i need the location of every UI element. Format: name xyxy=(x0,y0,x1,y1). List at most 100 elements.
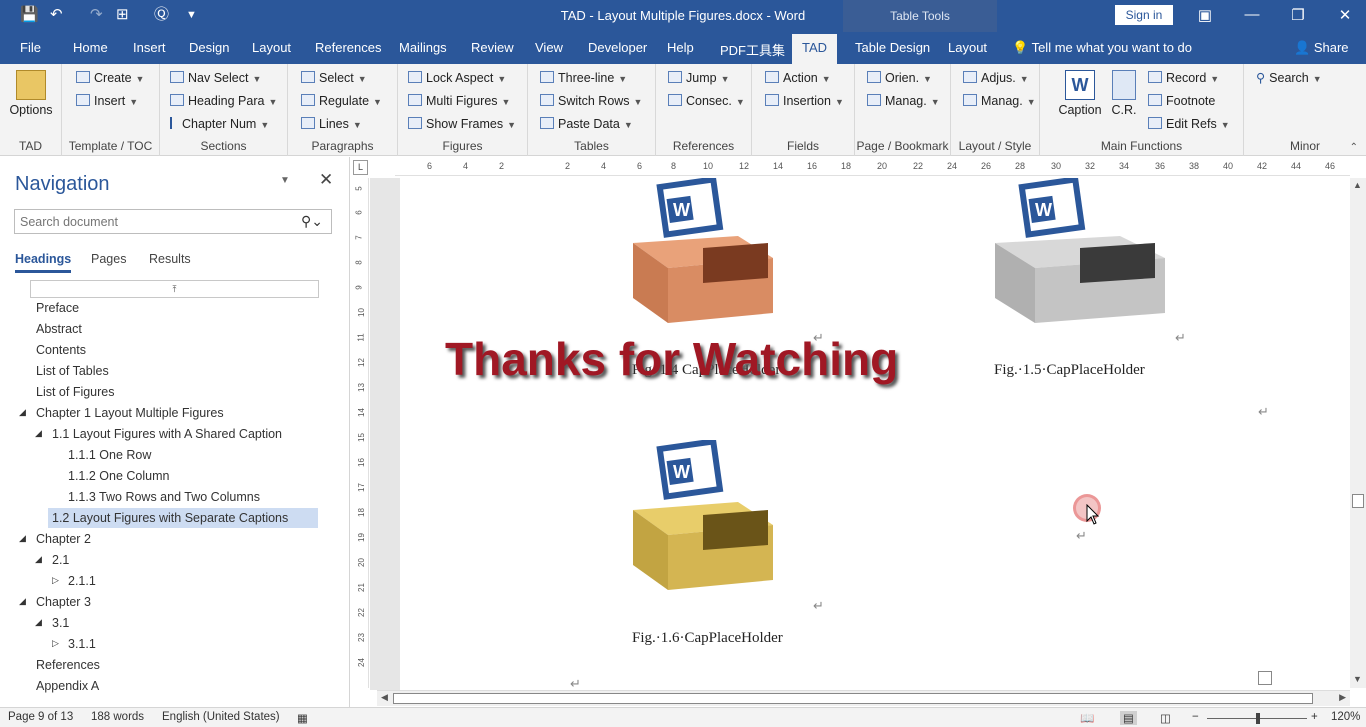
multi-figures-button[interactable]: Multi Figures ▼ xyxy=(408,91,510,111)
expand-triangle-icon[interactable]: ◢ xyxy=(35,428,42,439)
vertical-scrollbar[interactable]: ▲ ▼ xyxy=(1350,178,1366,688)
footnote-button[interactable]: Footnote xyxy=(1148,91,1215,111)
nav-tab-pages[interactable]: Pages xyxy=(91,252,126,266)
jump-button[interactable]: Jump ▼ xyxy=(668,68,730,88)
zoom-level[interactable]: 120% xyxy=(1331,711,1360,723)
word-count[interactable]: 188 words xyxy=(91,711,144,723)
heading-item[interactable]: 3.1 xyxy=(52,613,69,633)
collapse-headings-bar[interactable]: ⤒ xyxy=(30,280,319,298)
minimize-icon[interactable]: — xyxy=(1237,6,1267,23)
heading-item[interactable]: List of Tables xyxy=(36,361,109,381)
search-button[interactable]: ⚲ Search ▼ xyxy=(1256,68,1322,88)
horizontal-ruler[interactable]: 6 4 2 2 4 6 8 10 12 14 16 18 20 22 24 26… xyxy=(395,158,1350,176)
tab-design[interactable]: Design xyxy=(189,40,229,55)
macro-record-icon[interactable]: ▦ xyxy=(297,711,308,725)
insert-button[interactable]: Insert ▼ xyxy=(76,91,138,111)
heading-item[interactable]: 1.1.3 Two Rows and Two Columns xyxy=(68,487,260,507)
lines-button[interactable]: Lines ▼ xyxy=(301,114,362,134)
action-button[interactable]: Action ▼ xyxy=(765,68,831,88)
adjus-button[interactable]: Adjus. ▼ xyxy=(963,68,1029,88)
heading-item[interactable]: 2.1.1 xyxy=(68,571,96,591)
chapter-num-button[interactable]: Chapter Num ▼ xyxy=(170,114,269,134)
edit-refs-button[interactable]: Edit Refs ▼ xyxy=(1148,114,1230,134)
heading-item[interactable]: Appendix A xyxy=(36,676,99,696)
zoom-in-icon[interactable]: + xyxy=(1311,711,1318,723)
web-layout-icon[interactable]: ◫ xyxy=(1160,711,1171,725)
heading-item[interactable]: 1.1.1 One Row xyxy=(68,445,151,465)
nav-close-icon[interactable]: ✕ xyxy=(319,170,333,190)
nav-tab-results[interactable]: Results xyxy=(149,252,191,266)
tab-file[interactable]: File xyxy=(20,40,41,55)
tab-insert[interactable]: Insert xyxy=(133,40,166,55)
tab-pdf-tools[interactable]: PDF工具集 xyxy=(720,40,785,59)
figure-gold-drawer[interactable]: W xyxy=(628,440,778,595)
heading-item[interactable]: List of Figures xyxy=(36,382,115,402)
tell-me-box[interactable]: 💡 Tell me what you want to do xyxy=(1012,40,1192,56)
heading-item[interactable]: 3.1.1 xyxy=(68,634,96,654)
ribbon-display-icon[interactable]: ▣ xyxy=(1190,6,1220,24)
orien-button[interactable]: Orien. ▼ xyxy=(867,68,932,88)
table-resize-handle[interactable] xyxy=(1258,671,1272,685)
scroll-down-icon[interactable]: ▼ xyxy=(1353,674,1362,684)
scroll-left-icon[interactable]: ◀ xyxy=(381,692,388,703)
zoom-slider-thumb[interactable] xyxy=(1256,713,1260,724)
language-indicator[interactable]: English (United States) xyxy=(162,711,280,723)
vertical-ruler[interactable]: 5 6 7 8 9 10 11 12 13 14 15 16 17 18 19 … xyxy=(353,178,369,688)
close-icon[interactable]: ✕ xyxy=(1330,6,1360,24)
page-count[interactable]: Page 9 of 13 xyxy=(8,711,73,723)
manag-layout-button[interactable]: Manag. ▼ xyxy=(963,91,1036,111)
sign-in-button[interactable]: Sign in xyxy=(1115,5,1173,25)
tab-help[interactable]: Help xyxy=(667,40,694,55)
tab-developer[interactable]: Developer xyxy=(588,40,647,55)
tab-table-layout[interactable]: Layout xyxy=(948,40,987,55)
collapsed-triangle-icon[interactable]: ▷ xyxy=(52,575,59,586)
show-frames-button[interactable]: Show Frames ▼ xyxy=(408,114,516,134)
select-button[interactable]: Select ▼ xyxy=(301,68,367,88)
tab-mailings[interactable]: Mailings xyxy=(399,40,447,55)
nav-select-button[interactable]: Nav Select ▼ xyxy=(170,68,261,88)
manag-page-button[interactable]: Manag. ▼ xyxy=(867,91,940,111)
heading-item[interactable]: Chapter 1 Layout Multiple Figures xyxy=(36,403,224,423)
caption-fig-1-6[interactable]: Fig.·1.6·CapPlaceHolder xyxy=(632,630,783,647)
tab-home[interactable]: Home xyxy=(73,40,108,55)
figure-silver-drawer[interactable]: W xyxy=(990,178,1170,328)
tab-view[interactable]: View xyxy=(535,40,563,55)
lock-aspect-button[interactable]: Lock Aspect ▼ xyxy=(408,68,506,88)
create-button[interactable]: Create ▼ xyxy=(76,68,144,88)
heading-item[interactable]: Chapter 2 xyxy=(36,529,91,549)
insertion-button[interactable]: Insertion ▼ xyxy=(765,91,844,111)
expand-triangle-icon[interactable]: ◢ xyxy=(19,407,26,418)
zoom-out-icon[interactable]: − xyxy=(1192,711,1199,723)
cr-button[interactable]: C.R. xyxy=(1108,70,1140,117)
heading-para-button[interactable]: Heading Para ▼ xyxy=(170,91,277,111)
tab-selector[interactable]: L xyxy=(353,160,368,175)
heading-item[interactable]: 1.1.2 One Column xyxy=(68,466,169,486)
tab-layout[interactable]: Layout xyxy=(252,40,291,55)
figure-copper-drawer[interactable]: W xyxy=(628,178,778,328)
collapsed-triangle-icon[interactable]: ▷ xyxy=(52,638,59,649)
heading-item[interactable]: Chapter 3 xyxy=(36,592,91,612)
expand-triangle-icon[interactable]: ◢ xyxy=(35,554,42,565)
heading-item[interactable]: Abstract xyxy=(36,319,82,339)
expand-triangle-icon[interactable]: ◢ xyxy=(19,533,26,544)
three-line-button[interactable]: Three-line ▼ xyxy=(540,68,627,88)
options-button[interactable]: Options xyxy=(6,70,56,117)
consec-button[interactable]: Consec. ▼ xyxy=(668,91,745,111)
share-button[interactable]: 👤 Share xyxy=(1294,40,1349,56)
heading-item[interactable]: Contents xyxy=(36,340,86,360)
heading-item[interactable]: 2.1 xyxy=(52,550,69,570)
nav-options-icon[interactable]: ▼ xyxy=(280,175,290,186)
regulate-button[interactable]: Regulate ▼ xyxy=(301,91,382,111)
tab-table-design[interactable]: Table Design xyxy=(855,40,930,55)
horizontal-scroll-thumb[interactable] xyxy=(393,693,1313,704)
restore-icon[interactable]: ❐ xyxy=(1283,6,1313,24)
tab-references[interactable]: References xyxy=(315,40,381,55)
scroll-up-icon[interactable]: ▲ xyxy=(1353,180,1362,190)
heading-item[interactable]: References xyxy=(36,655,100,675)
paste-data-button[interactable]: Paste Data ▼ xyxy=(540,114,633,134)
horizontal-scrollbar[interactable]: ◀ ▶ xyxy=(377,690,1350,706)
search-icon[interactable]: ⚲⌄ xyxy=(301,213,323,230)
record-button[interactable]: Record ▼ xyxy=(1148,68,1219,88)
heading-item-selected[interactable]: 1.2 Layout Figures with Separate Caption… xyxy=(48,508,318,528)
nav-tab-headings[interactable]: Headings xyxy=(15,252,72,273)
